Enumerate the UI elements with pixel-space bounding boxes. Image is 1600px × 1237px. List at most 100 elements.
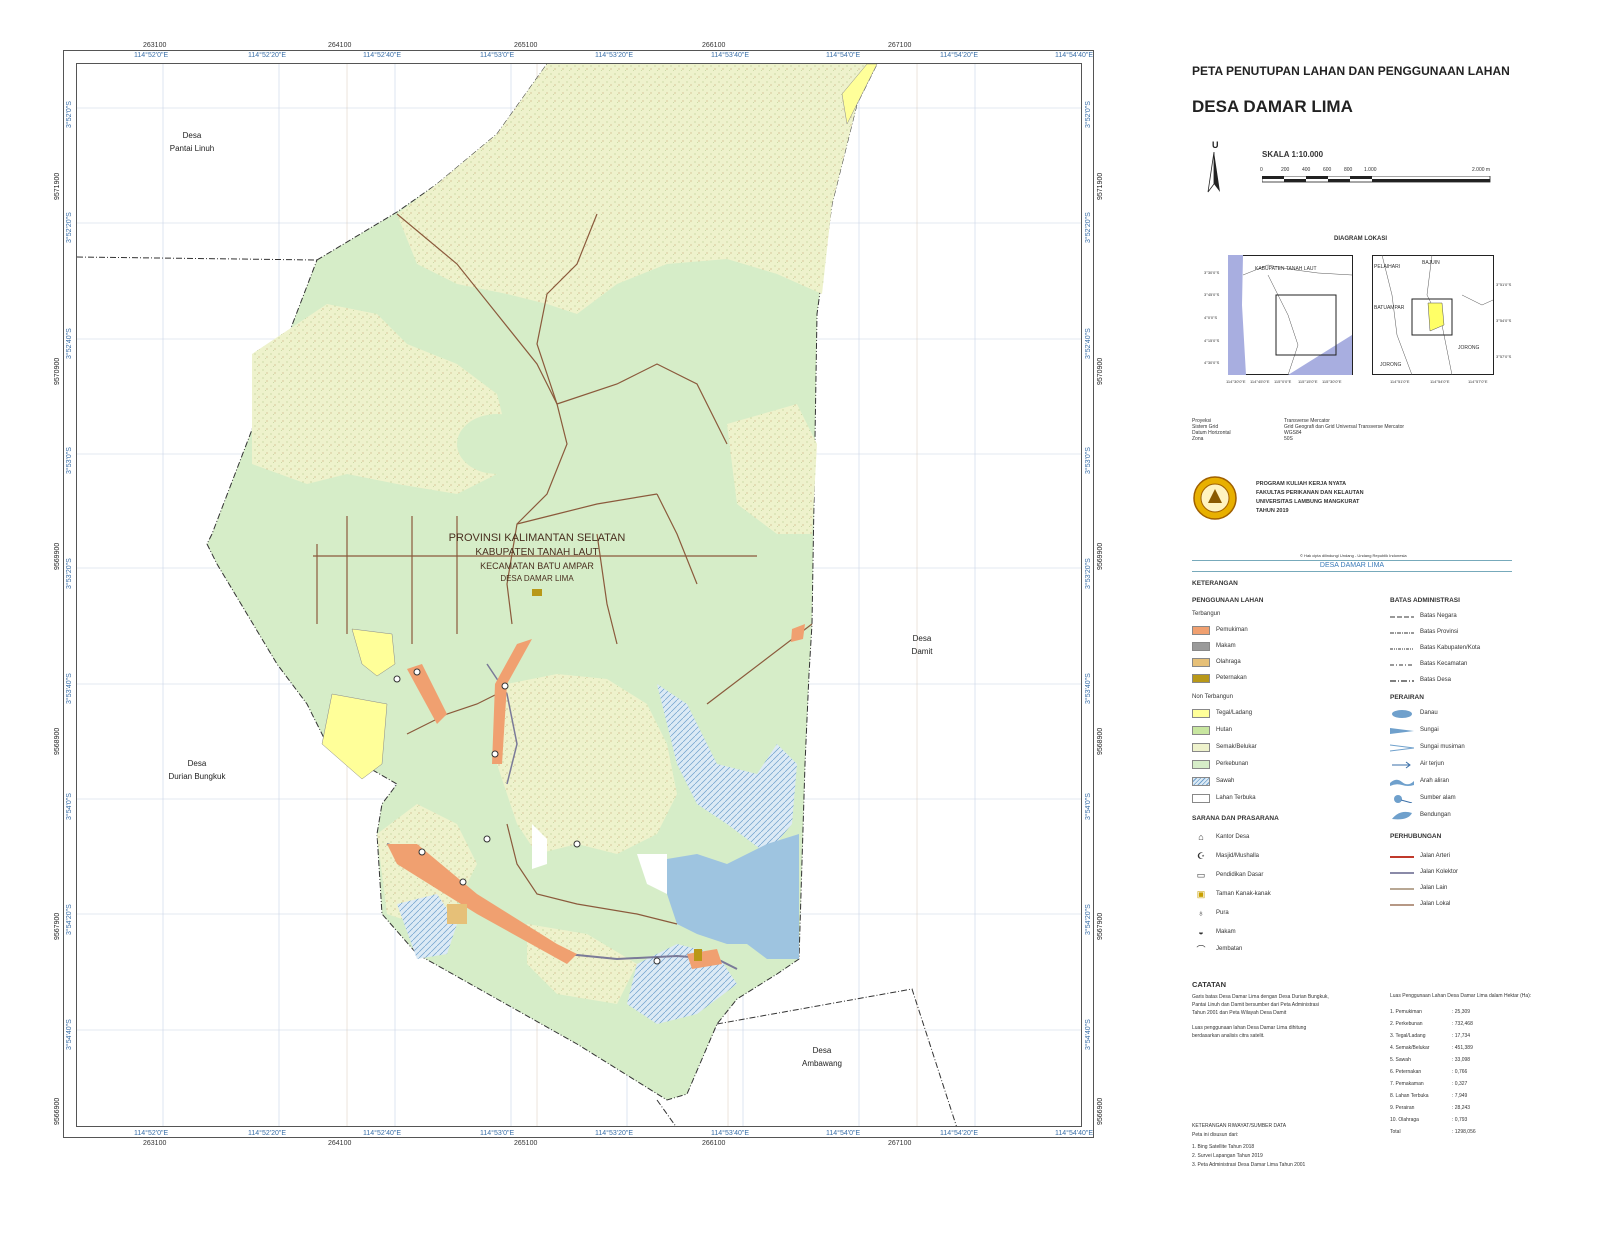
tick-label: 114°52'20"E xyxy=(248,52,287,59)
scale-label: SKALA 1:10.000 xyxy=(1262,150,1324,159)
tick-label: 114°53'40"E xyxy=(711,52,750,59)
tick-label: 3°54'20"S xyxy=(1085,904,1092,935)
luas-key: 3. Tegal/Ladang xyxy=(1390,1033,1426,1039)
catatan-line: Pantai Linuh dan Damit bersumber dari Pe… xyxy=(1192,1002,1320,1008)
river-icon xyxy=(1390,727,1414,734)
bridge-icon: ⌒ xyxy=(1196,944,1206,955)
tick-label: 114°54'0"E xyxy=(826,52,861,59)
scale-bar xyxy=(1262,176,1491,183)
legend-perhubungan: PERHUBUNGAN xyxy=(1390,833,1442,840)
legend-label: Makam xyxy=(1216,929,1236,935)
tick-label: 114°54'0"E xyxy=(826,1130,861,1137)
tick-label: 9571900 xyxy=(1097,172,1104,200)
legend-item: ♁ Pura xyxy=(1192,907,1229,919)
perkebunan-clearing xyxy=(612,621,662,677)
road-line-icon xyxy=(1390,903,1414,906)
tick-label: 9569900 xyxy=(1097,542,1104,570)
legend-item: Sungai xyxy=(1390,724,1439,736)
inset-map-location xyxy=(1372,255,1494,375)
institution-line: FAKULTAS PERIKANAN DAN KELAUTAN xyxy=(1256,490,1364,496)
inset2-label: JORONG xyxy=(1380,362,1402,368)
tick-label: 3°54'0"S xyxy=(66,793,73,820)
legend-label: Semak/Belukar xyxy=(1216,744,1257,750)
institution-line: UNIVERSITAS LAMBUNG MANGKURAT xyxy=(1256,499,1360,505)
luas-key: 5. Sawah xyxy=(1390,1057,1411,1063)
legend-label: Kantor Desa xyxy=(1216,834,1250,840)
tick-label: 114°54'20"E xyxy=(940,52,979,59)
luas-key: 7. Pemakaman xyxy=(1390,1081,1424,1087)
institution-line: PROGRAM KULIAH KERJA NYATA xyxy=(1256,481,1347,487)
tick-label: 114°54'40"E xyxy=(1055,1130,1094,1137)
tick-label: 114°30'0"E xyxy=(1226,379,1246,384)
tick-label: 114°54'40"E xyxy=(1055,52,1094,59)
legend-label: Perkebunan xyxy=(1216,761,1249,767)
luas-value: : 0,327 xyxy=(1452,1081,1468,1087)
boundary-line-icon xyxy=(1390,616,1414,617)
institution-line: TAHUN 2019 xyxy=(1256,508,1289,514)
legend-item: Jalan Lain xyxy=(1390,882,1447,894)
tick-label: 3°53'40"S xyxy=(66,673,73,704)
legend-item: Sumber alam xyxy=(1390,792,1456,804)
university-logo-icon xyxy=(1193,476,1237,520)
catatan-text: Garis batas Desa Damar Lima dengan Desa … xyxy=(1192,993,1329,1040)
tick-label: 115°15'0"E xyxy=(1298,379,1318,384)
tick-label: 9566900 xyxy=(54,1097,61,1125)
legend-item: Perkebunan xyxy=(1192,758,1248,770)
luas-row: Total: 1298,056 xyxy=(1390,1126,1476,1138)
tick-label: 266100 xyxy=(702,42,726,49)
peternakan-area xyxy=(532,589,542,596)
tick-label: 115°30'0"E xyxy=(1322,379,1342,384)
inset2-label: BAJUIN xyxy=(1422,260,1440,266)
tick-label: 265100 xyxy=(514,1140,538,1147)
legend-label: Jalan Lain xyxy=(1420,885,1448,891)
luas-value: : 28,243 xyxy=(1452,1105,1471,1111)
tick-label: 3°52'40"S xyxy=(66,328,73,359)
legend-item: ▣ Taman Kanak-kanak xyxy=(1192,888,1271,900)
legend-label: Sumber alam xyxy=(1420,795,1456,801)
tick-label: 114°45'0"E xyxy=(1250,379,1270,384)
legend-item: Batas Kabupaten/Kota xyxy=(1390,642,1480,654)
tick-label: 3°54'40"S xyxy=(1085,1019,1092,1050)
legend-item: Batas Negara xyxy=(1390,610,1457,622)
legend-non-terbangun: Non Terbangun xyxy=(1192,694,1233,700)
map-title: PETA PENUTUPAN LAHAN DAN PENGGUNAAN LAHA… xyxy=(1192,64,1510,78)
legend-label: Pendidikan Dasar xyxy=(1216,872,1264,878)
tick-label: 3°30'0"S xyxy=(1204,270,1220,275)
riwayat-item: 2. Survei Lapangan Tahun 2019 xyxy=(1192,1153,1263,1159)
tick-label: 114°53'20"E xyxy=(595,1130,634,1137)
institution-block: PROGRAM KULIAH KERJA NYATA FAKULTAS PERI… xyxy=(1256,480,1364,516)
map-canvas[interactable]: Desa Pantai Linuh Desa Damit Desa Durian Bu… xyxy=(76,63,1082,1127)
legend-label: Pemukiman xyxy=(1216,627,1248,633)
legend-swatch xyxy=(1192,708,1210,718)
tick-label: 114°51'0"E xyxy=(1390,379,1410,384)
tick-label: 9571900 xyxy=(54,172,61,200)
scale-tick: 600 xyxy=(1323,167,1332,173)
temple-icon: ♁ xyxy=(1197,908,1205,918)
tick-label: 3°52'20"S xyxy=(66,212,73,243)
legend-item: Batas Kecamatan xyxy=(1390,658,1467,670)
legend-swatch xyxy=(1192,759,1210,769)
legend-label: Air terjun xyxy=(1420,761,1445,767)
catatan-line: Luas penggunaan lahan Desa Damar Lima di… xyxy=(1192,1025,1307,1031)
olahraga-field xyxy=(447,904,467,924)
legend-label: Tegal/Ladang xyxy=(1216,710,1253,716)
legend-label: Jalan Lokal xyxy=(1420,901,1451,907)
legend-label: Masjid/Mushalla xyxy=(1216,853,1260,859)
inset2-label: JORONG xyxy=(1458,345,1480,351)
catatan-line: berdasarkan analisis citra satelit. xyxy=(1192,1033,1265,1039)
legend-item: ◒ Makam xyxy=(1192,926,1236,938)
legend-label: Jalan Kolektor xyxy=(1420,869,1459,875)
kindergarten-icon: ▣ xyxy=(1196,888,1206,899)
inset-map-kabupaten xyxy=(1228,255,1353,375)
riwayat-intro: Peta ini disusun dari: xyxy=(1192,1132,1239,1138)
book-icon: ▭ xyxy=(1196,869,1206,880)
tick-label: 114°53'0"E xyxy=(480,52,515,59)
north-arrow-icon xyxy=(1207,152,1220,193)
tick-label: 114°52'40"E xyxy=(363,1130,402,1137)
luas-value: : 0,793 xyxy=(1452,1117,1468,1123)
road-line-icon xyxy=(1390,855,1414,858)
legend-item: Danau xyxy=(1390,707,1438,719)
diagram-title: DIAGRAM LOKASI xyxy=(1334,236,1387,242)
tick-label: 3°53'40"S xyxy=(1085,673,1092,704)
boundary-line-icon xyxy=(1390,679,1414,682)
